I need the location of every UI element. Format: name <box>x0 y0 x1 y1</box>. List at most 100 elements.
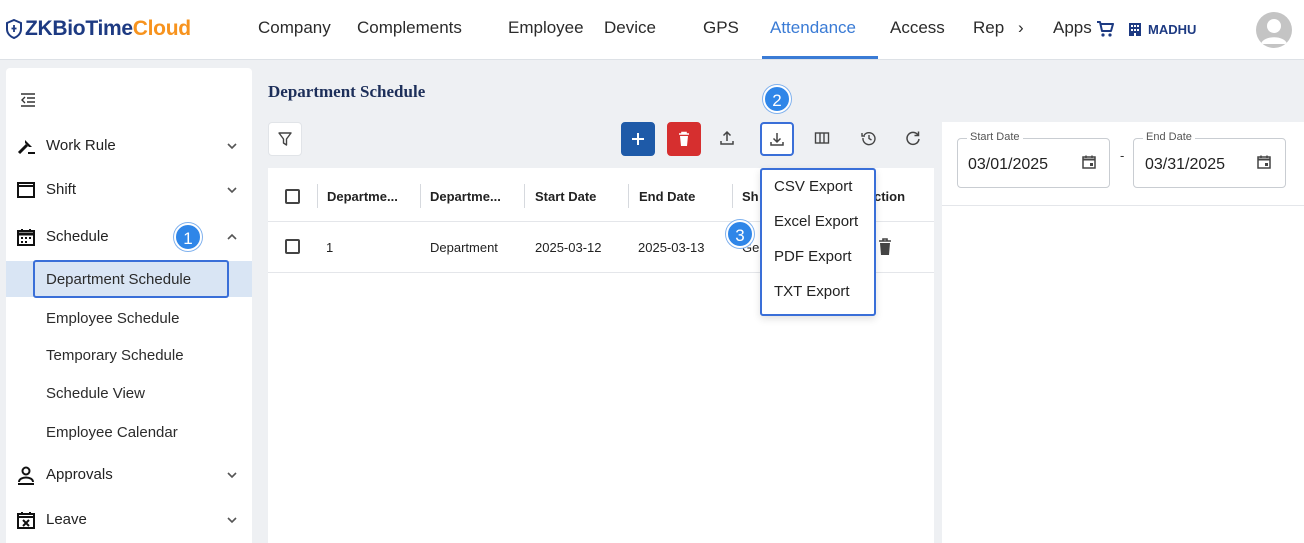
chevron-down-icon <box>227 472 237 479</box>
company-building-icon <box>1129 23 1141 36</box>
sidebar-subitem-label: Employee Calendar <box>46 424 178 441</box>
row-checkbox[interactable] <box>285 239 300 254</box>
approvals-icon <box>18 466 34 485</box>
filter-icon <box>278 132 292 146</box>
column-header-end-date[interactable]: End Date <box>639 189 695 204</box>
select-all-checkbox[interactable] <box>285 189 300 204</box>
cell-department-code: 1 <box>326 240 334 255</box>
nav-more-chevron-icon[interactable]: › <box>1018 18 1024 38</box>
export-dropdown-menu: CSV Export Excel Export PDF Export TXT E… <box>760 168 876 316</box>
shift-icon <box>17 182 35 198</box>
nav-attendance[interactable]: Attendance <box>770 18 856 38</box>
add-button[interactable] <box>621 122 655 156</box>
nav-complements[interactable]: Complements <box>357 18 462 38</box>
column-header-shift[interactable]: Sh <box>742 189 759 204</box>
sidebar-subitem-temporary-schedule[interactable]: Temporary Schedule <box>6 337 252 373</box>
column-separator <box>420 184 421 208</box>
menu-item-excel-export[interactable]: Excel Export <box>774 213 858 230</box>
calendar-icon[interactable] <box>1256 154 1272 170</box>
highlight-department-schedule <box>33 260 229 298</box>
nav-employee[interactable]: Employee <box>508 18 584 38</box>
sidebar-item-approvals[interactable]: Approvals <box>6 457 252 493</box>
active-nav-indicator <box>762 56 878 59</box>
company-user-name[interactable]: MADHU <box>1148 22 1196 37</box>
user-avatar-icon <box>1261 19 1287 44</box>
cart-icon[interactable] <box>1096 20 1114 38</box>
sidebar-item-label: Work Rule <box>46 137 116 154</box>
refresh-button[interactable] <box>897 122 931 156</box>
menu-item-txt-export[interactable]: TXT Export <box>774 283 850 300</box>
cell-end-date: 2025-03-13 <box>638 240 705 255</box>
sidebar-subitem-employee-calendar[interactable]: Employee Calendar <box>6 414 252 450</box>
collapse-sidebar-icon[interactable] <box>20 92 36 108</box>
delete-button[interactable] <box>667 122 701 156</box>
callout-badge-2: 2 <box>763 85 791 113</box>
callout-badge-3: 3 <box>726 220 754 248</box>
upload-icon <box>720 130 734 145</box>
column-separator <box>628 184 629 208</box>
page-title: Department Schedule <box>268 82 426 101</box>
nav-access[interactable]: Access <box>890 18 945 38</box>
sidebar-item-label: Schedule <box>46 228 109 245</box>
callout-badge-1: 1 <box>174 223 202 251</box>
sidebar-item-label: Shift <box>46 181 77 198</box>
row-delete-trash-icon[interactable] <box>878 238 892 256</box>
logo-text-prefix: ZKBioTime <box>25 17 133 40</box>
nav-company[interactable]: Company <box>258 18 331 38</box>
sidebar-item-label: Approvals <box>46 466 113 483</box>
work-rule-icon <box>17 140 35 155</box>
filter-button[interactable] <box>268 122 302 156</box>
start-date-label: Start Date <box>967 131 1023 143</box>
column-separator <box>317 184 318 208</box>
leave-icon <box>17 512 35 529</box>
columns-icon <box>814 132 830 144</box>
column-separator <box>732 184 733 208</box>
nav-gps[interactable]: GPS <box>703 18 739 38</box>
date-range-separator: - <box>1120 148 1125 163</box>
sidebar-subitem-employee-schedule[interactable]: Employee Schedule <box>6 300 252 336</box>
sidebar-item-shift[interactable]: Shift <box>6 172 252 208</box>
schedule-icon <box>17 229 35 246</box>
app-logo[interactable]: ZKBioTime Cloud <box>6 17 191 41</box>
columns-button[interactable] <box>806 122 840 156</box>
sidebar-item-label: Leave <box>46 511 87 528</box>
chevron-down-icon <box>227 517 237 524</box>
export-button[interactable] <box>760 122 794 156</box>
nav-device[interactable]: Device <box>604 18 656 38</box>
chevron-down-icon <box>227 187 237 194</box>
start-date-value: 03/01/2025 <box>968 156 1049 173</box>
chevron-up-icon <box>227 233 237 240</box>
import-button[interactable] <box>711 122 745 156</box>
cell-department-name: Department <box>430 240 498 255</box>
sidebar-item-leave[interactable]: Leave <box>6 502 252 538</box>
avatar[interactable] <box>1256 12 1292 48</box>
end-date-value: 03/31/2025 <box>1145 156 1226 173</box>
top-navigation-bar: ZKBioTime Cloud Company Complements Emplo… <box>0 0 1304 60</box>
sidebar-subitem-schedule-view[interactable]: Schedule View <box>6 375 252 411</box>
trash-icon <box>679 131 689 146</box>
sidebar-item-schedule[interactable]: Schedule <box>6 219 252 255</box>
menu-item-csv-export[interactable]: CSV Export <box>774 178 852 195</box>
download-icon <box>770 133 784 146</box>
menu-item-pdf-export[interactable]: PDF Export <box>774 248 852 265</box>
column-header-action: ction <box>874 189 906 204</box>
history-button[interactable] <box>853 122 887 156</box>
column-header-department-name[interactable]: Departme... <box>430 189 501 204</box>
sidebar-subitem-label: Temporary Schedule <box>46 347 184 364</box>
sidebar-item-work-rule[interactable]: Work Rule <box>6 128 252 164</box>
cell-start-date: 2025-03-12 <box>535 240 602 255</box>
shield-logo-icon <box>6 19 22 39</box>
column-header-department-code[interactable]: Departme... <box>327 189 398 204</box>
sidebar: Work Rule Shift Schedule Department Sche… <box>6 68 252 543</box>
sidebar-subitem-label: Employee Schedule <box>46 310 180 327</box>
refresh-icon <box>906 131 920 146</box>
end-date-label: End Date <box>1143 131 1195 143</box>
nav-reports[interactable]: Rep <box>973 18 1004 38</box>
sidebar-subitem-label: Schedule View <box>46 385 145 402</box>
logo-text-suffix: Cloud <box>132 17 191 40</box>
calendar-icon[interactable] <box>1081 154 1097 170</box>
column-header-start-date[interactable]: Start Date <box>535 189 596 204</box>
history-icon <box>861 131 876 146</box>
nav-apps[interactable]: Apps <box>1053 18 1092 38</box>
plus-icon <box>632 133 644 145</box>
